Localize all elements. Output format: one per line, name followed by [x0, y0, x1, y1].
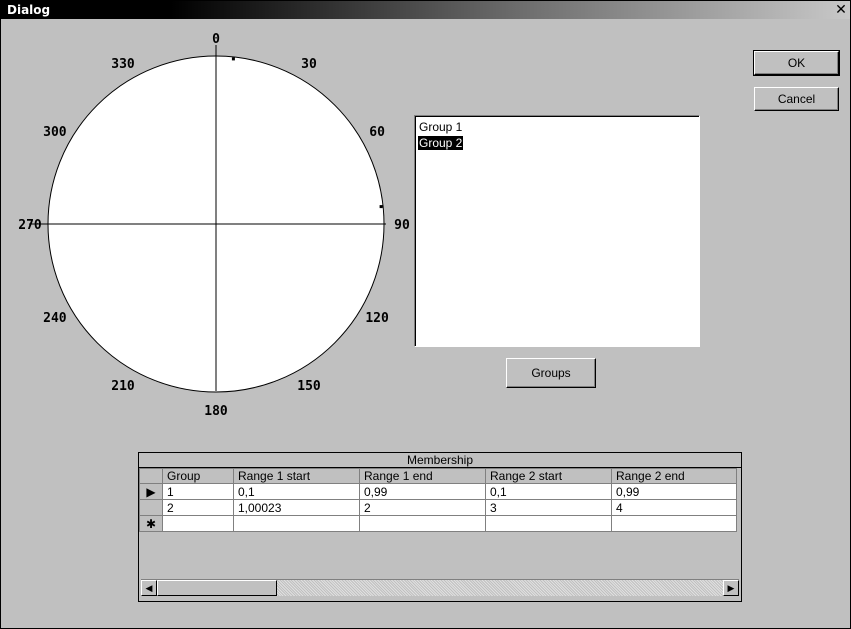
row-header[interactable] [139, 499, 163, 516]
column-header-range-1-start[interactable]: Range 1 start [233, 468, 360, 484]
table-cell[interactable]: 0,99 [359, 483, 486, 500]
angle-label-210: 210 [111, 379, 135, 394]
dialog-window: Dialog ✕ 0 30 60 90 120 150 180 210 240 270 300 330… [0, 0, 851, 629]
window-title: Dialog [7, 3, 51, 17]
column-header-range-2-start[interactable]: Range 2 start [485, 468, 612, 484]
horizontal-scrollbar[interactable]: ◀ ▶ [141, 579, 739, 596]
angle-label-30: 30 [301, 57, 317, 72]
new-row-star-icon[interactable]: ✱ [139, 515, 163, 532]
column-header-group[interactable]: Group [162, 468, 234, 484]
angle-label-270: 270 [18, 218, 42, 233]
cancel-button[interactable]: Cancel [754, 87, 839, 111]
table-cell[interactable] [162, 515, 234, 532]
row-header-corner [139, 468, 163, 484]
scroll-left-icon[interactable]: ◀ [141, 580, 157, 596]
ok-button[interactable]: OK [753, 50, 840, 76]
title-bar[interactable]: Dialog ✕ [1, 1, 850, 19]
new-table-row[interactable]: ✱ [139, 515, 737, 532]
table-cell[interactable] [485, 515, 612, 532]
angle-label-240: 240 [43, 311, 67, 326]
plot-point [379, 205, 383, 209]
group-list[interactable]: Group 1 Group 2 [414, 115, 700, 347]
angle-label-330: 330 [111, 57, 135, 72]
angle-label-150: 150 [297, 379, 321, 394]
polar-plot: 0 30 60 90 120 150 180 210 240 270 300 330 [18, 32, 410, 419]
angle-label-300: 300 [43, 125, 67, 140]
table-cell[interactable] [359, 515, 486, 532]
table-cell[interactable]: 3 [485, 499, 612, 516]
table-cell[interactable] [611, 515, 737, 532]
table-cell[interactable]: 2 [359, 499, 486, 516]
close-icon[interactable]: ✕ [834, 2, 848, 16]
groups-button[interactable]: Groups [506, 358, 596, 388]
angle-label-60: 60 [369, 125, 385, 140]
table-cell[interactable]: 0,99 [611, 483, 737, 500]
table-cell[interactable]: 0,1 [233, 483, 360, 500]
plot-point [231, 57, 235, 61]
membership-grid[interactable]: Membership Group Range 1 start Range 1 e… [138, 452, 742, 602]
table-cell[interactable]: 0,1 [485, 483, 612, 500]
list-item-group-1[interactable]: Group 1 [418, 120, 463, 134]
membership-table: Group Range 1 start Range 1 end Range 2 … [139, 468, 737, 532]
table-cell[interactable]: 2 [162, 499, 234, 516]
scrollbar-thumb[interactable] [157, 580, 277, 596]
table-cell[interactable]: 1 [162, 483, 234, 500]
angle-label-120: 120 [365, 311, 389, 326]
table-row[interactable]: ▶ 1 0,1 0,99 0,1 0,99 [139, 483, 737, 500]
column-header-range-1-end[interactable]: Range 1 end [359, 468, 486, 484]
table-cell[interactable]: 1,00023 [233, 499, 360, 516]
column-header-range-2-end[interactable]: Range 2 end [611, 468, 737, 484]
table-cell[interactable] [233, 515, 360, 532]
grid-caption: Membership [139, 453, 741, 468]
list-item-group-2[interactable]: Group 2 [418, 136, 464, 150]
angle-label-180: 180 [204, 404, 228, 419]
angle-label-90: 90 [394, 218, 410, 233]
table-cell[interactable]: 4 [611, 499, 737, 516]
table-row[interactable]: 2 1,00023 2 3 4 [139, 499, 737, 516]
scroll-right-icon[interactable]: ▶ [723, 580, 739, 596]
current-row-arrow-icon[interactable]: ▶ [139, 483, 163, 500]
angle-label-0: 0 [212, 32, 220, 47]
